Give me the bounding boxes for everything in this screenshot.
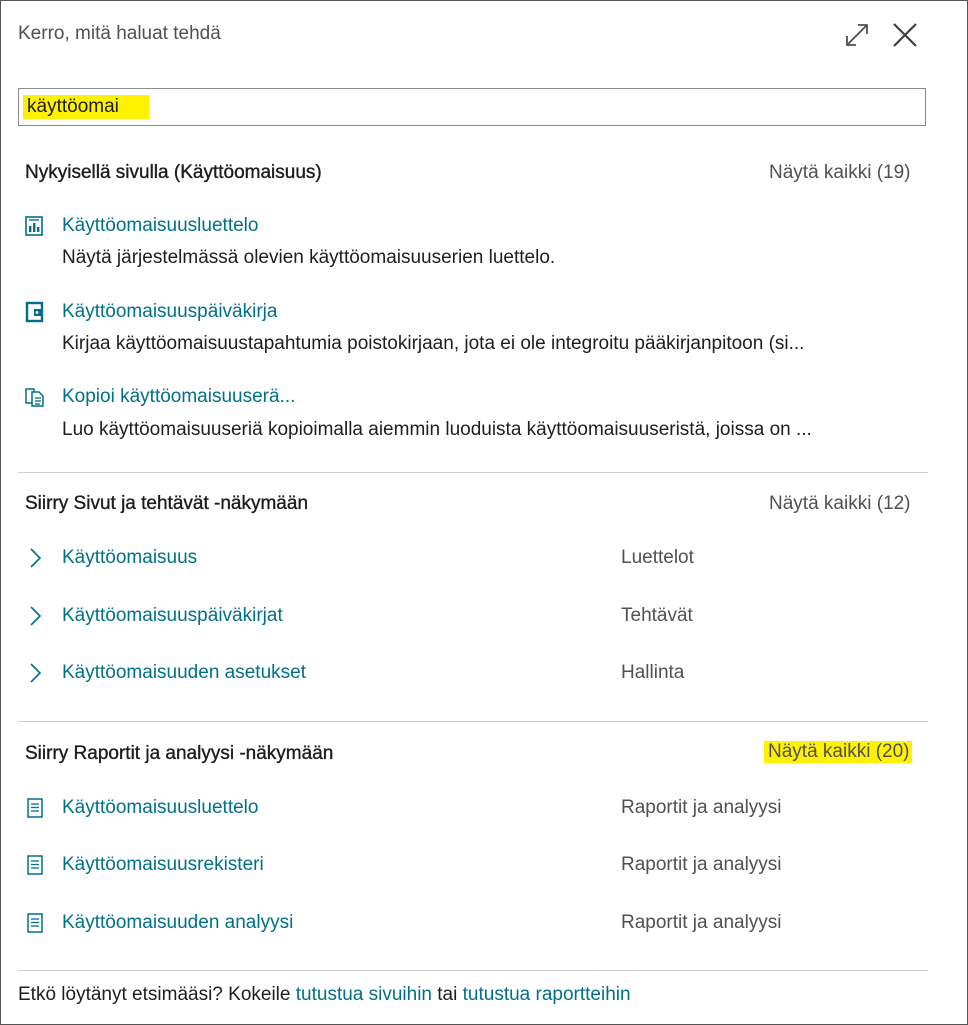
result-description: Luo käyttöomaisuuseriä kopioimalla aiemm… [62,419,812,440]
chevron-right-icon[interactable] [24,547,46,569]
result-category: Tehtävät [621,605,693,626]
search-value: käyttöomai [23,95,149,119]
result-category: Luettelot [621,547,694,568]
footer-text: Etkö löytänyt etsimääsi? Kokeile [18,984,296,1005]
report-icon [24,854,46,876]
section-heading-pages-tasks: Siirry Sivut ja tehtävät -näkymään [25,493,309,514]
result-link-report-fixed-asset-register[interactable]: Käyttöomaisuusrekisteri [62,854,264,876]
section-heading-current-page: Nykyisellä sivulla (Käyttöomaisuus) [25,162,322,183]
close-icon[interactable] [887,17,923,53]
see-all-reports-link[interactable]: Näytä kaikki (20) [764,741,912,763]
section-divider [18,721,928,722]
journal-icon [24,301,46,323]
result-description: Kirjaa käyttöomaisuustapahtumia poistoki… [62,333,805,354]
explore-reports-link[interactable]: tutustua raportteihin [463,984,631,1005]
report-icon [24,797,46,819]
expand-icon[interactable] [841,19,873,51]
dialog-title: Kerro, mitä haluat tehdä [18,23,221,44]
copy-document-icon [24,386,46,408]
result-link-fixed-assets[interactable]: Käyttöomaisuus [62,547,197,569]
result-category: Hallinta [621,662,685,683]
result-category: Raportit ja analyysi [621,797,782,818]
section-divider [18,472,928,473]
result-link-copy-fixed-asset[interactable]: Kopioi käyttöomaisuuserä... [62,386,295,408]
list-report-icon [24,215,46,237]
result-link-report-fixed-asset-analysis[interactable]: Käyttöomaisuuden analyysi [62,912,293,934]
section-heading-reports: Siirry Raportit ja analyysi -näkymään [25,743,334,764]
footer-help-text: Etkö löytänyt etsimääsi? Kokeile tutustu… [18,984,631,1006]
chevron-right-icon[interactable] [24,662,46,684]
search-input[interactable]: käyttöomai [18,88,926,126]
chevron-right-icon[interactable] [24,605,46,627]
result-link-fixed-asset-setup[interactable]: Käyttöomaisuuden asetukset [62,662,306,684]
result-description: Näytä järjestelmässä olevien käyttöomais… [62,247,556,268]
dialog-header: Kerro, mitä haluat tehdä [1,1,967,71]
result-link-report-fixed-asset-list[interactable]: Käyttöomaisuusluettelo [62,797,258,819]
section-divider [18,970,928,971]
report-icon [24,912,46,934]
explore-pages-link[interactable]: tutustua sivuihin [296,984,432,1005]
tell-me-dialog: Kerro, mitä haluat tehdä käyttöomai Nyky… [0,0,968,1025]
result-link-fixed-asset-journal[interactable]: Käyttöomaisuuspäiväkirja [62,301,277,323]
footer-text: tai [432,984,463,1005]
result-category: Raportit ja analyysi [621,854,782,875]
see-all-current-page-link[interactable]: Näytä kaikki (19) [769,162,911,184]
result-link-fixed-asset-journals[interactable]: Käyttöomaisuuspäiväkirjat [62,605,283,627]
see-all-pages-tasks-link[interactable]: Näytä kaikki (12) [769,493,911,515]
result-category: Raportit ja analyysi [621,912,782,933]
result-link-fixed-asset-list[interactable]: Käyttöomaisuusluettelo [62,215,258,237]
